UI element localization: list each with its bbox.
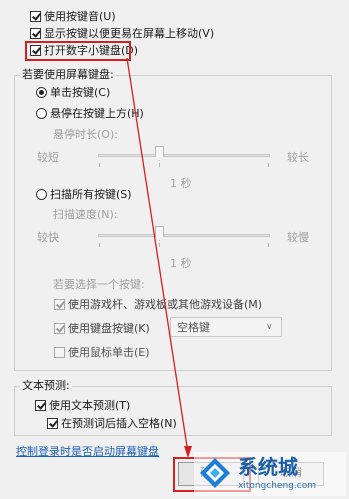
annotation-arrow [126,57,192,458]
watermark: 系统城 xitongcheng.com [194,452,346,496]
watermark-url: xitongcheng.com [238,481,316,491]
watermark-logo-icon [200,458,230,488]
watermark-text: 系统城 [238,455,298,479]
